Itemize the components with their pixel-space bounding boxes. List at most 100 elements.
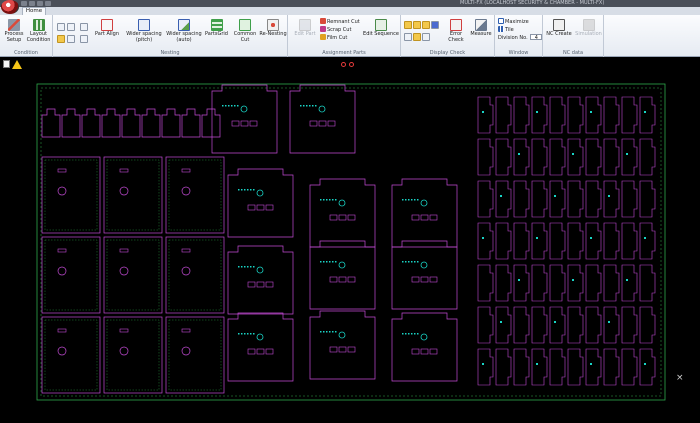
part-dot xyxy=(225,105,227,107)
part-dot xyxy=(626,153,628,155)
sheet-border xyxy=(36,83,666,401)
ribbon-group-nesting: Part Align Wider spacing (pitch) Wider s… xyxy=(53,15,288,57)
layout-condition-button[interactable]: Layout Condition xyxy=(26,19,51,43)
part-outline xyxy=(531,180,548,218)
process-setup-button[interactable]: Process Setup xyxy=(3,19,25,43)
close-icon[interactable]: × xyxy=(676,374,684,383)
edit-part-button[interactable]: Edit Part xyxy=(292,19,318,38)
scrap-cut-button[interactable]: Scrap Cut xyxy=(320,26,351,34)
part-slot xyxy=(429,348,438,355)
tile-button[interactable]: Tile xyxy=(498,26,514,34)
display-toggle-icon[interactable] xyxy=(404,33,412,41)
part-slot xyxy=(338,276,347,283)
part-inner-outline xyxy=(106,159,160,231)
part-outline xyxy=(201,108,221,138)
part-outline xyxy=(41,316,101,394)
nest-mode-icon[interactable] xyxy=(57,23,65,31)
nest-option-icon[interactable] xyxy=(80,23,88,31)
part-align-button[interactable]: Part Align xyxy=(93,19,121,38)
part-hole xyxy=(181,346,191,356)
display-toggle-icon[interactable] xyxy=(431,21,439,29)
part-dot xyxy=(238,333,240,335)
edit-sequence-button[interactable]: Edit Sequence xyxy=(362,19,400,38)
division-no-select[interactable]: 4 xyxy=(530,34,543,41)
part-slot xyxy=(338,346,347,353)
tab-home[interactable]: Home xyxy=(22,7,46,15)
film-cut-button[interactable]: Film Cut xyxy=(320,34,347,42)
warning-icon[interactable] xyxy=(12,60,22,69)
part-dot xyxy=(244,189,246,191)
part-dot xyxy=(482,237,484,239)
part-outline xyxy=(567,348,584,386)
part-dot xyxy=(405,261,407,263)
re-nesting-button[interactable]: Re-Nesting xyxy=(259,19,287,38)
part-outline xyxy=(391,240,458,310)
part-hole xyxy=(57,266,67,276)
nesting-layout-drawing[interactable] xyxy=(0,57,700,423)
nest-mode-icon[interactable] xyxy=(67,23,75,31)
part-hole xyxy=(119,346,129,356)
part-slot xyxy=(57,328,67,333)
part-dot xyxy=(320,331,322,333)
part-outline xyxy=(41,236,101,314)
display-toggle-icon[interactable] xyxy=(413,21,421,29)
part-outline xyxy=(61,108,81,138)
measure-button[interactable]: Measure xyxy=(469,19,493,38)
part-outline xyxy=(531,264,548,302)
display-toggle-icon[interactable] xyxy=(413,33,421,41)
remnant-cut-button[interactable]: Remnant Cut xyxy=(320,18,360,26)
part-hole xyxy=(420,333,428,341)
part-dot xyxy=(253,189,255,191)
quick-access-toolbar[interactable] xyxy=(20,0,56,7)
nest-mode-icon[interactable] xyxy=(67,35,75,43)
part-hole xyxy=(338,331,346,339)
part-dot xyxy=(309,105,311,107)
common-cut-button[interactable]: Common Cut xyxy=(232,19,258,43)
nest-mode-icon[interactable] xyxy=(57,35,65,43)
part-dot xyxy=(411,199,413,201)
tools-icon xyxy=(8,19,20,31)
wider-spacing-pitch-button[interactable]: Wider spacing (pitch) xyxy=(125,19,163,43)
part-hole xyxy=(181,186,191,196)
part-slot xyxy=(318,120,327,127)
part-outline xyxy=(513,138,530,176)
part-dot xyxy=(402,199,404,201)
part-dot xyxy=(417,333,419,335)
error-check-button[interactable]: Error Check xyxy=(445,19,467,43)
part-outline xyxy=(161,108,181,138)
part-dot xyxy=(253,333,255,335)
maximize-button[interactable]: Maximize xyxy=(498,18,529,26)
nc-create-button[interactable]: NC Create xyxy=(545,19,573,38)
part-slot xyxy=(329,214,338,221)
part-dot xyxy=(482,363,484,365)
part-slot xyxy=(57,248,67,253)
part-hole xyxy=(119,266,129,276)
display-toggle-icon[interactable] xyxy=(422,33,430,41)
zoom-in-icon[interactable] xyxy=(349,62,354,67)
part-dot xyxy=(500,195,502,197)
grid-icon xyxy=(32,19,45,31)
part-slot xyxy=(411,276,420,283)
application-menu-button[interactable] xyxy=(1,0,19,14)
part-dot xyxy=(608,195,610,197)
part-outline xyxy=(639,138,656,176)
window-title: MULTI-FX (LOCALHOST SECURITY & CHAMBER -… xyxy=(460,0,605,6)
part-outline xyxy=(141,108,161,138)
wider-spacing-auto-button[interactable]: Wider spacing (auto) xyxy=(165,19,203,43)
part-dot xyxy=(408,199,410,201)
part-dot xyxy=(244,333,246,335)
simulation-button[interactable]: Simulation xyxy=(574,19,603,38)
part-slot xyxy=(240,120,249,127)
part-outline xyxy=(621,180,638,218)
part-outline xyxy=(477,138,494,176)
partsgrid-button[interactable]: PartsGrid xyxy=(203,19,230,38)
display-toggle-icon[interactable] xyxy=(422,21,430,29)
part-dot xyxy=(253,266,255,268)
part-dot xyxy=(536,111,538,113)
zoom-controls[interactable] xyxy=(341,62,361,68)
document-icon[interactable] xyxy=(3,60,10,68)
part-dot xyxy=(405,199,407,201)
nest-option-icon[interactable] xyxy=(80,35,88,43)
zoom-out-icon[interactable] xyxy=(341,62,346,67)
display-toggle-icon[interactable] xyxy=(404,21,412,29)
